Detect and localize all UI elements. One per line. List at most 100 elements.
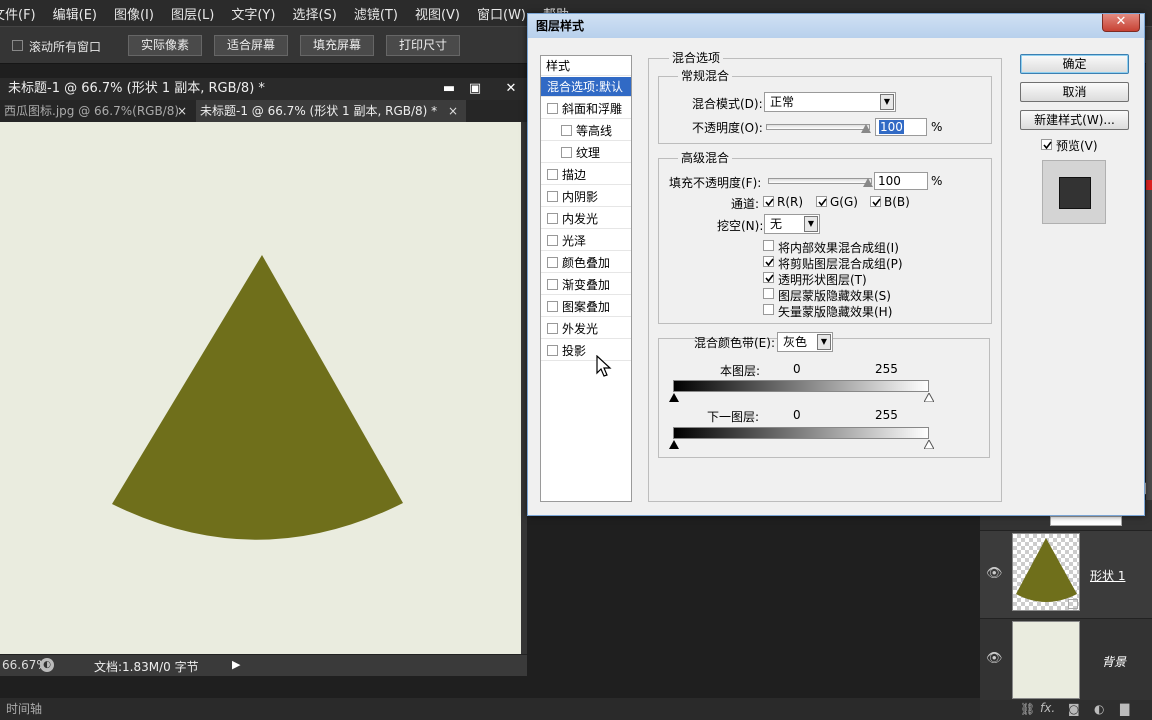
this-layer-gradient[interactable] <box>673 380 929 392</box>
style-item[interactable]: 等高线 <box>541 121 631 141</box>
color-swatch[interactable] <box>1146 180 1152 190</box>
percent-label: % <box>931 174 943 188</box>
style-item-label: 描边 <box>562 168 587 182</box>
style-item[interactable]: 描边 <box>541 165 631 185</box>
style-checkbox[interactable] <box>561 125 572 136</box>
knockout-select[interactable]: 无 ▼ <box>764 214 820 234</box>
style-checkbox[interactable] <box>547 345 558 356</box>
layer-thumb-copy[interactable] <box>1050 516 1122 526</box>
fill-opacity-slider[interactable] <box>768 178 872 184</box>
underlying-layer-gradient[interactable] <box>673 427 929 439</box>
opacity-slider[interactable] <box>766 124 870 130</box>
menu-item[interactable]: 图层(L) <box>171 4 214 23</box>
eye-icon[interactable]: 👁 <box>986 566 1003 581</box>
tab-watermelon[interactable]: 西瓜图标.jpg @ 66.7%(RGB/8) × <box>0 100 195 122</box>
new-style-button[interactable]: 新建样式(W)... <box>1020 110 1129 130</box>
style-item[interactable]: 渐变叠加 <box>541 275 631 295</box>
menu-item[interactable]: 视图(V) <box>415 4 460 23</box>
black-slider-icon[interactable] <box>669 440 679 449</box>
menu-item[interactable]: 图像(I) <box>114 4 154 23</box>
layer-row-background[interactable]: 👁 背景 <box>980 618 1152 700</box>
style-checkbox[interactable] <box>547 257 558 268</box>
channel-checkbox[interactable] <box>870 196 881 207</box>
folder-icon[interactable]: ▇ <box>1120 702 1129 716</box>
style-item[interactable]: 光泽 <box>541 231 631 251</box>
eye-icon[interactable]: 👁 <box>986 651 1003 666</box>
adjustment-icon[interactable]: ◐ <box>1094 702 1104 716</box>
sector-shape <box>112 255 403 540</box>
info-icon[interactable]: ◐ <box>40 658 54 672</box>
minimize-icon[interactable]: ▬ <box>438 81 460 97</box>
menu-item[interactable]: 编辑(E) <box>53 4 97 23</box>
style-item[interactable]: 投影 <box>541 341 631 361</box>
advanced-option-checkbox[interactable] <box>763 272 774 283</box>
style-checkbox[interactable] <box>547 235 558 246</box>
style-item[interactable]: 纹理 <box>541 143 631 163</box>
ok-button[interactable]: 确定 <box>1020 54 1129 74</box>
white-slider-icon[interactable] <box>924 393 934 402</box>
style-item[interactable]: 颜色叠加 <box>541 253 631 273</box>
advanced-option-checkbox[interactable] <box>763 256 774 267</box>
scroll-all-windows-checkbox[interactable] <box>12 40 23 51</box>
menu-item[interactable]: 文字(Y) <box>231 4 275 23</box>
style-item[interactable]: 外发光 <box>541 319 631 339</box>
style-checkbox[interactable] <box>561 147 572 158</box>
close-tab-icon[interactable]: × <box>448 100 458 122</box>
style-item[interactable]: 内发光 <box>541 209 631 229</box>
cancel-button[interactable]: 取消 <box>1020 82 1129 102</box>
layer-row-shape[interactable]: 👁 形状 1 <box>980 530 1152 618</box>
fx-icon[interactable]: fx. <box>1040 701 1055 715</box>
style-item-label: 颜色叠加 <box>562 256 611 270</box>
fit-screen-button[interactable]: 适合屏幕 <box>214 35 288 56</box>
link-layers-icon[interactable]: ⛓ <box>1020 702 1035 716</box>
style-item[interactable]: 斜面和浮雕 <box>541 99 631 119</box>
play-arrow-icon[interactable]: ▶ <box>232 658 240 671</box>
styles-header[interactable]: 样式 <box>541 56 631 76</box>
advanced-option-checkbox[interactable] <box>763 304 774 315</box>
layer-name[interactable]: 背景 <box>1102 653 1126 670</box>
maximize-icon[interactable]: ▣ <box>464 81 486 97</box>
slider-thumb-icon[interactable] <box>863 178 873 187</box>
menu-item[interactable]: 文件(F) <box>0 4 36 23</box>
advanced-option-checkbox[interactable] <box>763 240 774 251</box>
menu-item[interactable]: 选择(S) <box>292 4 336 23</box>
fill-screen-button[interactable]: 填充屏幕 <box>300 35 374 56</box>
advanced-option-checkbox[interactable] <box>763 288 774 299</box>
timeline-panel[interactable]: 时间轴 <box>0 698 980 720</box>
menu-item[interactable]: 滤镜(T) <box>354 4 398 23</box>
style-checkbox[interactable] <box>547 213 558 224</box>
canvas[interactable] <box>0 122 521 654</box>
blend-if-select[interactable]: 灰色 ▼ <box>777 332 833 352</box>
white-slider-icon[interactable] <box>924 440 934 449</box>
blend-mode-select[interactable]: 正常 ▼ <box>764 92 896 112</box>
tab-untitled[interactable]: 未标题-1 @ 66.7% (形状 1 副本, RGB/8) * × <box>196 100 466 122</box>
style-checkbox[interactable] <box>547 191 558 202</box>
underlying-layer-max: 255 <box>875 408 898 422</box>
channel-checkbox[interactable] <box>763 196 774 207</box>
print-size-button[interactable]: 打印尺寸 <box>386 35 460 56</box>
style-item[interactable]: 内阴影 <box>541 187 631 207</box>
cursor-arrow-icon <box>596 355 612 377</box>
opacity-input[interactable]: 100 <box>875 118 927 136</box>
close-tab-icon[interactable]: × <box>177 100 187 122</box>
side-strip <box>1146 40 1152 500</box>
mask-icon[interactable]: ◙ <box>1068 702 1080 716</box>
style-item[interactable]: 混合选项:默认 <box>541 77 631 97</box>
blend-mode-value: 正常 <box>770 95 795 109</box>
style-checkbox[interactable] <box>547 169 558 180</box>
menu-item[interactable]: 窗口(W) <box>477 4 526 23</box>
style-checkbox[interactable] <box>547 103 558 114</box>
style-checkbox[interactable] <box>547 323 558 334</box>
close-icon[interactable]: ✕ <box>1102 14 1140 32</box>
style-item[interactable]: 图案叠加 <box>541 297 631 317</box>
style-checkbox[interactable] <box>547 279 558 290</box>
black-slider-icon[interactable] <box>669 393 679 402</box>
slider-thumb-icon[interactable] <box>861 124 871 133</box>
actual-pixels-button[interactable]: 实际像素 <box>128 35 202 56</box>
style-checkbox[interactable] <box>547 301 558 312</box>
preview-checkbox[interactable] <box>1041 139 1052 150</box>
channel-checkbox[interactable] <box>816 196 827 207</box>
fill-opacity-input[interactable]: 100 <box>874 172 928 190</box>
close-icon[interactable]: ✕ <box>500 81 522 97</box>
layer-name[interactable]: 形状 1 <box>1090 567 1125 584</box>
